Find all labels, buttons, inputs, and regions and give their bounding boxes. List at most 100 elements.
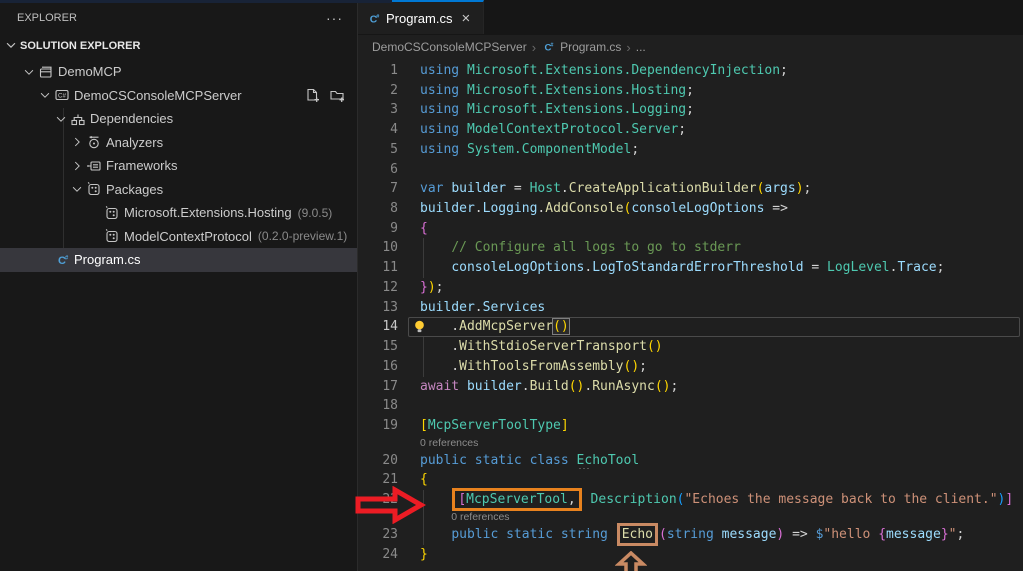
solution-icon	[38, 64, 58, 80]
chevron-down-icon[interactable]	[4, 38, 18, 55]
tree-item-label: Frameworks	[106, 158, 178, 173]
tab-program-cs[interactable]: C# Program.cs ×	[358, 0, 484, 34]
more-actions-icon[interactable]: ···	[326, 10, 343, 26]
code-text: }	[420, 545, 428, 565]
row-actions	[304, 87, 345, 103]
csharp-file-icon: C#	[54, 252, 74, 268]
code-line-19[interactable]: 19[McpServerToolType]	[358, 416, 1023, 436]
code-line-12[interactable]: 12});	[358, 278, 1023, 298]
code-line-23[interactable]: 23 public static string Echo(string mess…	[358, 525, 1023, 545]
tree-item-packages[interactable]: Packages	[0, 178, 357, 202]
line-number: 18	[358, 396, 398, 416]
tree-item-label: Program.cs	[74, 252, 140, 267]
tree-item-dependencies[interactable]: Dependencies	[0, 107, 357, 131]
code-text: using System.ComponentModel;	[420, 140, 639, 160]
codelens-references[interactable]: 0 references	[358, 436, 1023, 451]
line-number: 12	[358, 278, 398, 298]
new-file-icon[interactable]	[304, 87, 320, 103]
code-line-17[interactable]: 17await builder.Build().RunAsync();	[358, 377, 1023, 397]
svg-text:C#: C#	[58, 93, 66, 100]
line-number: 11	[358, 258, 398, 278]
explorer-header: EXPLORER ···	[0, 0, 357, 35]
chevron-right-icon[interactable]	[68, 135, 86, 149]
code-line-20[interactable]: 20public static class EchoTool···	[358, 451, 1023, 471]
line-number: 9	[358, 219, 398, 239]
line-number: 17	[358, 377, 398, 397]
line-number: 16	[358, 357, 398, 377]
code-line-3[interactable]: 3 using Microsoft.Extensions.Logging;	[358, 100, 1023, 120]
chevron-down-icon[interactable]	[68, 182, 86, 196]
code-line-8[interactable]: 8builder.Logging.AddConsole(consoleLogOp…	[358, 199, 1023, 219]
code-line-10[interactable]: 10 // Configure all logs to go to stderr	[358, 238, 1023, 258]
line-number: 2	[358, 81, 398, 101]
line-number: 13	[358, 298, 398, 318]
code-line-16[interactable]: 16 .WithToolsFromAssembly();	[358, 357, 1023, 377]
tree-item-democsconsolemcpserver[interactable]: C#DemoCSConsoleMCPServer	[0, 84, 357, 108]
code-text: using Microsoft.Extensions.DependencyInj…	[420, 61, 788, 81]
code-line-11[interactable]: 11 consoleLogOptions.LogToStandardErrorT…	[358, 258, 1023, 278]
code-line-4[interactable]: 4using ModelContextProtocol.Server;	[358, 120, 1023, 140]
code-line-6[interactable]: 6	[358, 160, 1023, 180]
tree-item-microsoft-extensions-hosting[interactable]: Microsoft.Extensions.Hosting(9.0.5)	[0, 201, 357, 225]
breadcrumb-file[interactable]: Program.cs	[560, 40, 621, 54]
code-line-14[interactable]: 14 .AddMcpServer()	[358, 317, 1023, 337]
line-number: 22	[358, 490, 398, 510]
code-line-24[interactable]: 24}	[358, 545, 1023, 565]
chevron-down-icon[interactable]	[52, 112, 70, 126]
section-label: SOLUTION EXPLORER	[20, 40, 140, 52]
tree-item-modelcontextprotocol[interactable]: ModelContextProtocol (0.2.0-preview.1)	[0, 225, 357, 249]
code-text: using Microsoft.Extensions.Logging;	[420, 100, 694, 120]
line-number: 7	[358, 179, 398, 199]
tree-item-label: ModelContextProtocol	[124, 229, 252, 244]
line-number: 19	[358, 416, 398, 436]
breadcrumb-more[interactable]: ...	[636, 40, 646, 54]
code-text: builder.Logging.AddConsole(consoleLogOpt…	[420, 199, 788, 219]
codelens-label[interactable]: 0 references	[420, 436, 478, 451]
code-text: public static string Echo(string message…	[420, 525, 964, 545]
tree-item-demomcp[interactable]: DemoMCP	[0, 60, 357, 84]
package-icon	[104, 205, 124, 221]
line-number: 15	[358, 337, 398, 357]
package-version: (0.2.0-preview.1)	[258, 229, 347, 243]
new-folder-icon[interactable]	[329, 87, 345, 103]
code-text: .WithToolsFromAssembly();	[420, 357, 647, 377]
code-line-7[interactable]: 7 var builder = Host.CreateApplicationBui…	[358, 179, 1023, 199]
tree-item-frameworks[interactable]: Frameworks	[0, 154, 357, 178]
code-text: });	[420, 278, 443, 298]
tree-item-analyzers[interactable]: Analyzers	[0, 131, 357, 155]
tree-item-label: DemoMCP	[58, 64, 122, 79]
codelens-references[interactable]: 0 references	[358, 510, 1023, 525]
tree-item-label: Analyzers	[106, 135, 163, 150]
codelens-label[interactable]: 0 references	[451, 510, 509, 525]
breadcrumb-project[interactable]: DemoCSConsoleMCPServer	[372, 40, 527, 54]
code-text: var builder = Host.CreateApplicationBuil…	[420, 179, 811, 199]
frameworks-icon	[86, 158, 106, 174]
line-number: 1	[358, 61, 398, 81]
close-icon[interactable]: ×	[461, 11, 470, 26]
code-line-22[interactable]: 22 [McpServerTool, Description("Echoes t…	[358, 490, 1023, 510]
section-solution-explorer[interactable]: SOLUTION EXPLORER	[0, 35, 357, 57]
line-number: 3	[358, 100, 398, 120]
code-line-2[interactable]: 2using Microsoft.Extensions.Hosting;	[358, 81, 1023, 101]
code-text: using ModelContextProtocol.Server;	[420, 120, 686, 140]
code-line-15[interactable]: 15 .WithStdioServerTransport()	[358, 337, 1023, 357]
chevron-down-icon[interactable]	[36, 88, 54, 102]
code-line-18[interactable]: 18	[358, 396, 1023, 416]
vscode-window: EXPLORER ··· SOLUTION EXPLORER DemoMCP C#…	[0, 0, 1023, 571]
chevron-down-icon[interactable]	[20, 65, 38, 79]
code-line-9[interactable]: 9{	[358, 219, 1023, 239]
code-line-5[interactable]: 5 using System.ComponentModel;	[358, 140, 1023, 160]
tree-item-program-cs[interactable]: C#Program.cs	[0, 248, 357, 272]
tab-label: Program.cs	[386, 11, 452, 26]
code-line-13[interactable]: 13builder.Services	[358, 298, 1023, 318]
svg-text:#: #	[65, 255, 69, 261]
code-text: {	[420, 470, 428, 490]
chevron-right-icon[interactable]	[68, 159, 86, 173]
line-number: 5	[358, 140, 398, 160]
code-text: public static class EchoTool···	[420, 451, 639, 471]
package-icon	[86, 181, 106, 197]
code-line-1[interactable]: 1 using Microsoft.Extensions.DependencyIn…	[358, 61, 1023, 81]
tree-item-label: Microsoft.Extensions.Hosting	[124, 205, 292, 220]
code-area[interactable]: 1 using Microsoft.Extensions.DependencyIn…	[358, 59, 1023, 571]
tab-bar: C# Program.cs ×	[358, 0, 1023, 35]
